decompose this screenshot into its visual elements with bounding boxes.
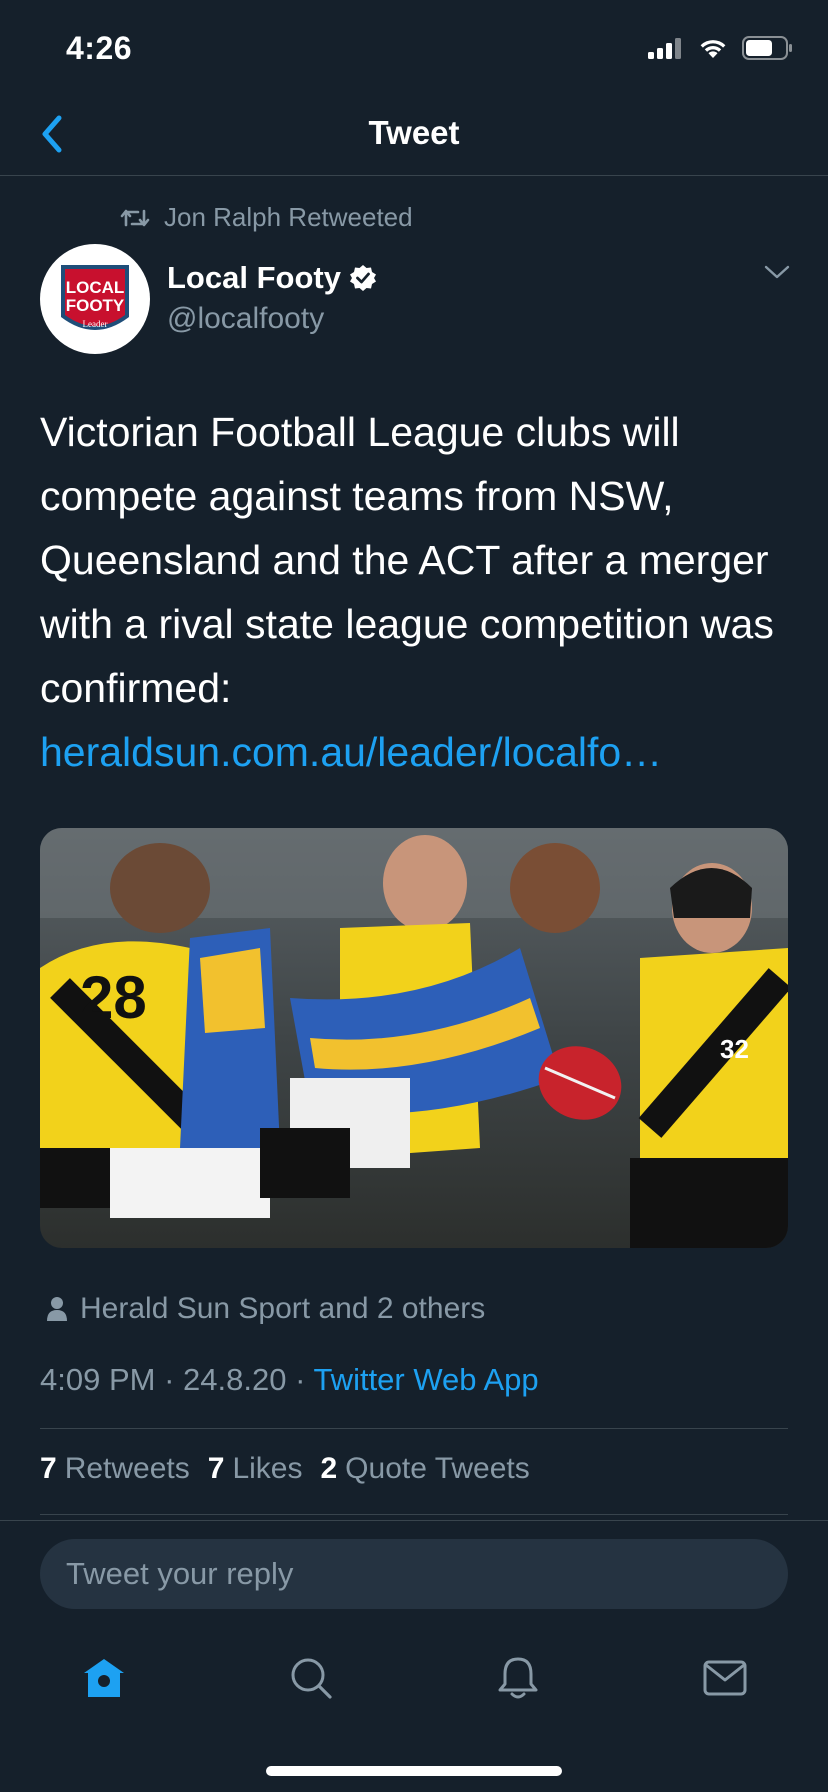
tweet-link[interactable]: heraldsun.com.au/leader/localfo… bbox=[40, 720, 800, 784]
status-bar: 4:26 bbox=[0, 0, 828, 100]
bell-icon bbox=[498, 1657, 537, 1699]
svg-text:LOCAL: LOCAL bbox=[66, 278, 125, 297]
tweet-meta: 4:09 PM · 24.8.20 · Twitter Web App bbox=[40, 1362, 539, 1398]
svg-text:Leader: Leader bbox=[83, 319, 108, 329]
wifi-icon bbox=[700, 40, 726, 58]
tweet-detail-screen: 4:26 Tweet Jon Ralph Retweeted LOCAL FOO… bbox=[0, 0, 828, 1792]
tweet-body: Victorian Football League clubs will com… bbox=[40, 409, 774, 711]
chevron-down-icon bbox=[764, 265, 790, 279]
status-time: 4:26 bbox=[66, 30, 133, 66]
page-title: Tweet bbox=[368, 114, 460, 151]
tagged-users-text: Herald Sun Sport and 2 others bbox=[80, 1292, 486, 1325]
local-footy-logo: LOCAL FOOTY Leader bbox=[61, 265, 129, 330]
verified-badge-icon bbox=[349, 265, 376, 291]
tab-bar bbox=[0, 1628, 828, 1728]
home-indicator[interactable] bbox=[266, 1766, 562, 1776]
likes-count: 7 bbox=[207, 1452, 225, 1485]
retweets-count: 7 bbox=[40, 1452, 57, 1485]
retweets-stat[interactable]: 7 Retweets bbox=[40, 1452, 190, 1486]
retweets-label: Retweets bbox=[64, 1452, 190, 1485]
home-icon bbox=[83, 1659, 124, 1697]
tweet-source-link[interactable]: Twitter Web App bbox=[313, 1362, 538, 1397]
tweet-options-button[interactable] bbox=[764, 264, 790, 285]
battery-icon bbox=[742, 36, 792, 60]
retweet-header[interactable]: Jon Ralph Retweeted bbox=[120, 202, 413, 233]
avatar[interactable]: LOCAL FOOTY Leader bbox=[40, 244, 150, 354]
likes-stat[interactable]: 7 Likes bbox=[208, 1452, 303, 1486]
tweet-stats: 7 Retweets 7 Likes 2 Quote Tweets bbox=[40, 1452, 530, 1486]
tab-notifications[interactable] bbox=[478, 1638, 558, 1718]
svg-text:FOOTY: FOOTY bbox=[66, 296, 125, 315]
divider bbox=[40, 1428, 788, 1429]
reply-bar bbox=[0, 1520, 828, 1620]
quote-tweets-count: 2 bbox=[320, 1452, 338, 1485]
mail-icon bbox=[703, 1660, 746, 1696]
tweet-date: 24.8.20 bbox=[183, 1362, 287, 1397]
divider bbox=[40, 1514, 788, 1515]
quote-tweets-label: Quote Tweets bbox=[345, 1452, 530, 1485]
search-icon bbox=[291, 1658, 332, 1699]
tweet-photo[interactable]: 28 32 bbox=[40, 828, 788, 1248]
svg-text:28: 28 bbox=[80, 964, 147, 1031]
quote-tweets-stat[interactable]: 2 Quote Tweets bbox=[320, 1452, 529, 1486]
tab-home[interactable] bbox=[64, 1638, 144, 1718]
svg-text:32: 32 bbox=[720, 1034, 749, 1064]
likes-label: Likes bbox=[232, 1452, 303, 1485]
meta-separator: · bbox=[286, 1362, 314, 1397]
tab-search[interactable] bbox=[271, 1638, 351, 1718]
reply-input[interactable] bbox=[40, 1539, 788, 1609]
tab-messages[interactable] bbox=[685, 1638, 765, 1718]
tweet-time: 4:09 PM bbox=[40, 1362, 156, 1397]
retweet-icon bbox=[120, 209, 150, 226]
tagged-users[interactable]: Herald Sun Sport and 2 others bbox=[46, 1292, 485, 1326]
meta-separator: · bbox=[155, 1362, 184, 1397]
author-name: Local Footy bbox=[167, 260, 341, 295]
author-name-row[interactable]: Local Footy bbox=[167, 260, 377, 296]
author-handle[interactable]: @localfooty bbox=[167, 302, 324, 336]
football-photo-illustration: 28 32 bbox=[40, 828, 788, 1248]
cellular-signal-icon bbox=[648, 38, 681, 59]
status-icons bbox=[648, 36, 794, 60]
retweet-header-text: Jon Ralph Retweeted bbox=[164, 202, 413, 232]
tweet-text: Victorian Football League clubs will com… bbox=[40, 400, 800, 784]
nav-bar: Tweet bbox=[0, 100, 828, 176]
person-icon bbox=[47, 1297, 67, 1321]
